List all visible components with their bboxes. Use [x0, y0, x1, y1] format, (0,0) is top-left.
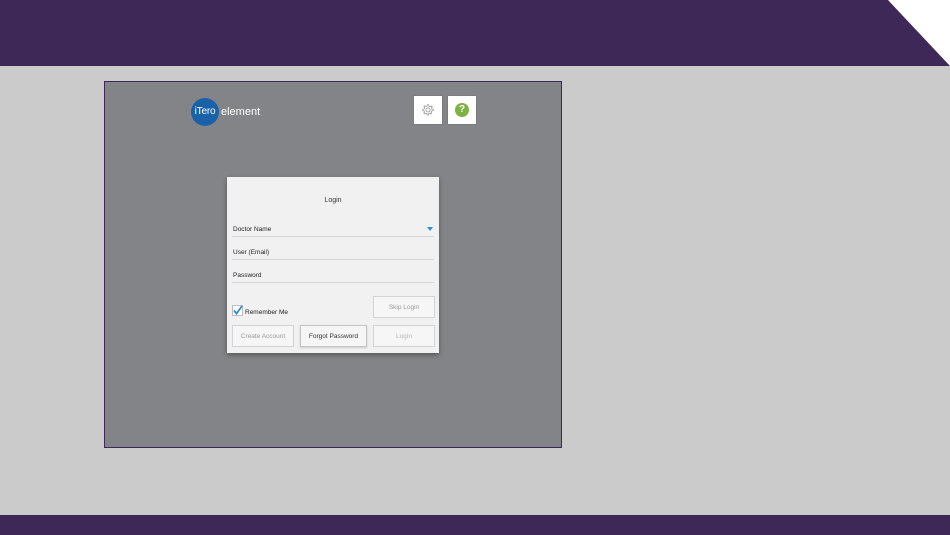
doctor-name-label: Doctor Name — [233, 226, 272, 233]
password-label: Password — [233, 272, 262, 279]
forgot-password-button[interactable]: Forgot Password — [300, 325, 367, 347]
logo-dot: . — [261, 112, 263, 117]
top-banner — [0, 0, 950, 66]
remember-me-option[interactable]: Remember Me — [232, 305, 288, 316]
skip-login-button[interactable]: Skip Login — [373, 296, 435, 318]
itero-element-logo: iTero element . — [191, 98, 262, 126]
logo-wordmark: element — [221, 106, 261, 118]
remember-me-label: Remember Me — [245, 308, 288, 316]
settings-button[interactable] — [414, 96, 442, 124]
bottom-banner — [0, 515, 950, 535]
doctor-name-dropdown[interactable]: Doctor Name — [232, 224, 434, 237]
question-circle-icon: ? — [455, 103, 469, 117]
logo-badge: iTero — [191, 98, 219, 126]
login-button[interactable]: Login — [373, 325, 435, 347]
help-button[interactable]: ? — [448, 96, 476, 124]
password-field[interactable]: Password — [232, 270, 434, 283]
create-account-button[interactable]: Create Account — [232, 325, 294, 347]
banner-corner-cut — [888, 0, 950, 66]
user-email-field[interactable]: User (Email) — [232, 247, 434, 260]
chevron-down-icon — [427, 227, 433, 231]
login-dialog: Login Doctor Name User (Email) Password … — [227, 177, 439, 353]
remember-me-checkbox[interactable] — [232, 305, 243, 316]
scanner-screen: iTero element . ? Login Doctor Name User… — [104, 81, 562, 448]
gear-icon — [422, 104, 434, 116]
user-email-label: User (Email) — [233, 249, 270, 256]
login-title: Login — [324, 197, 342, 204]
checkmark-icon — [232, 305, 243, 316]
